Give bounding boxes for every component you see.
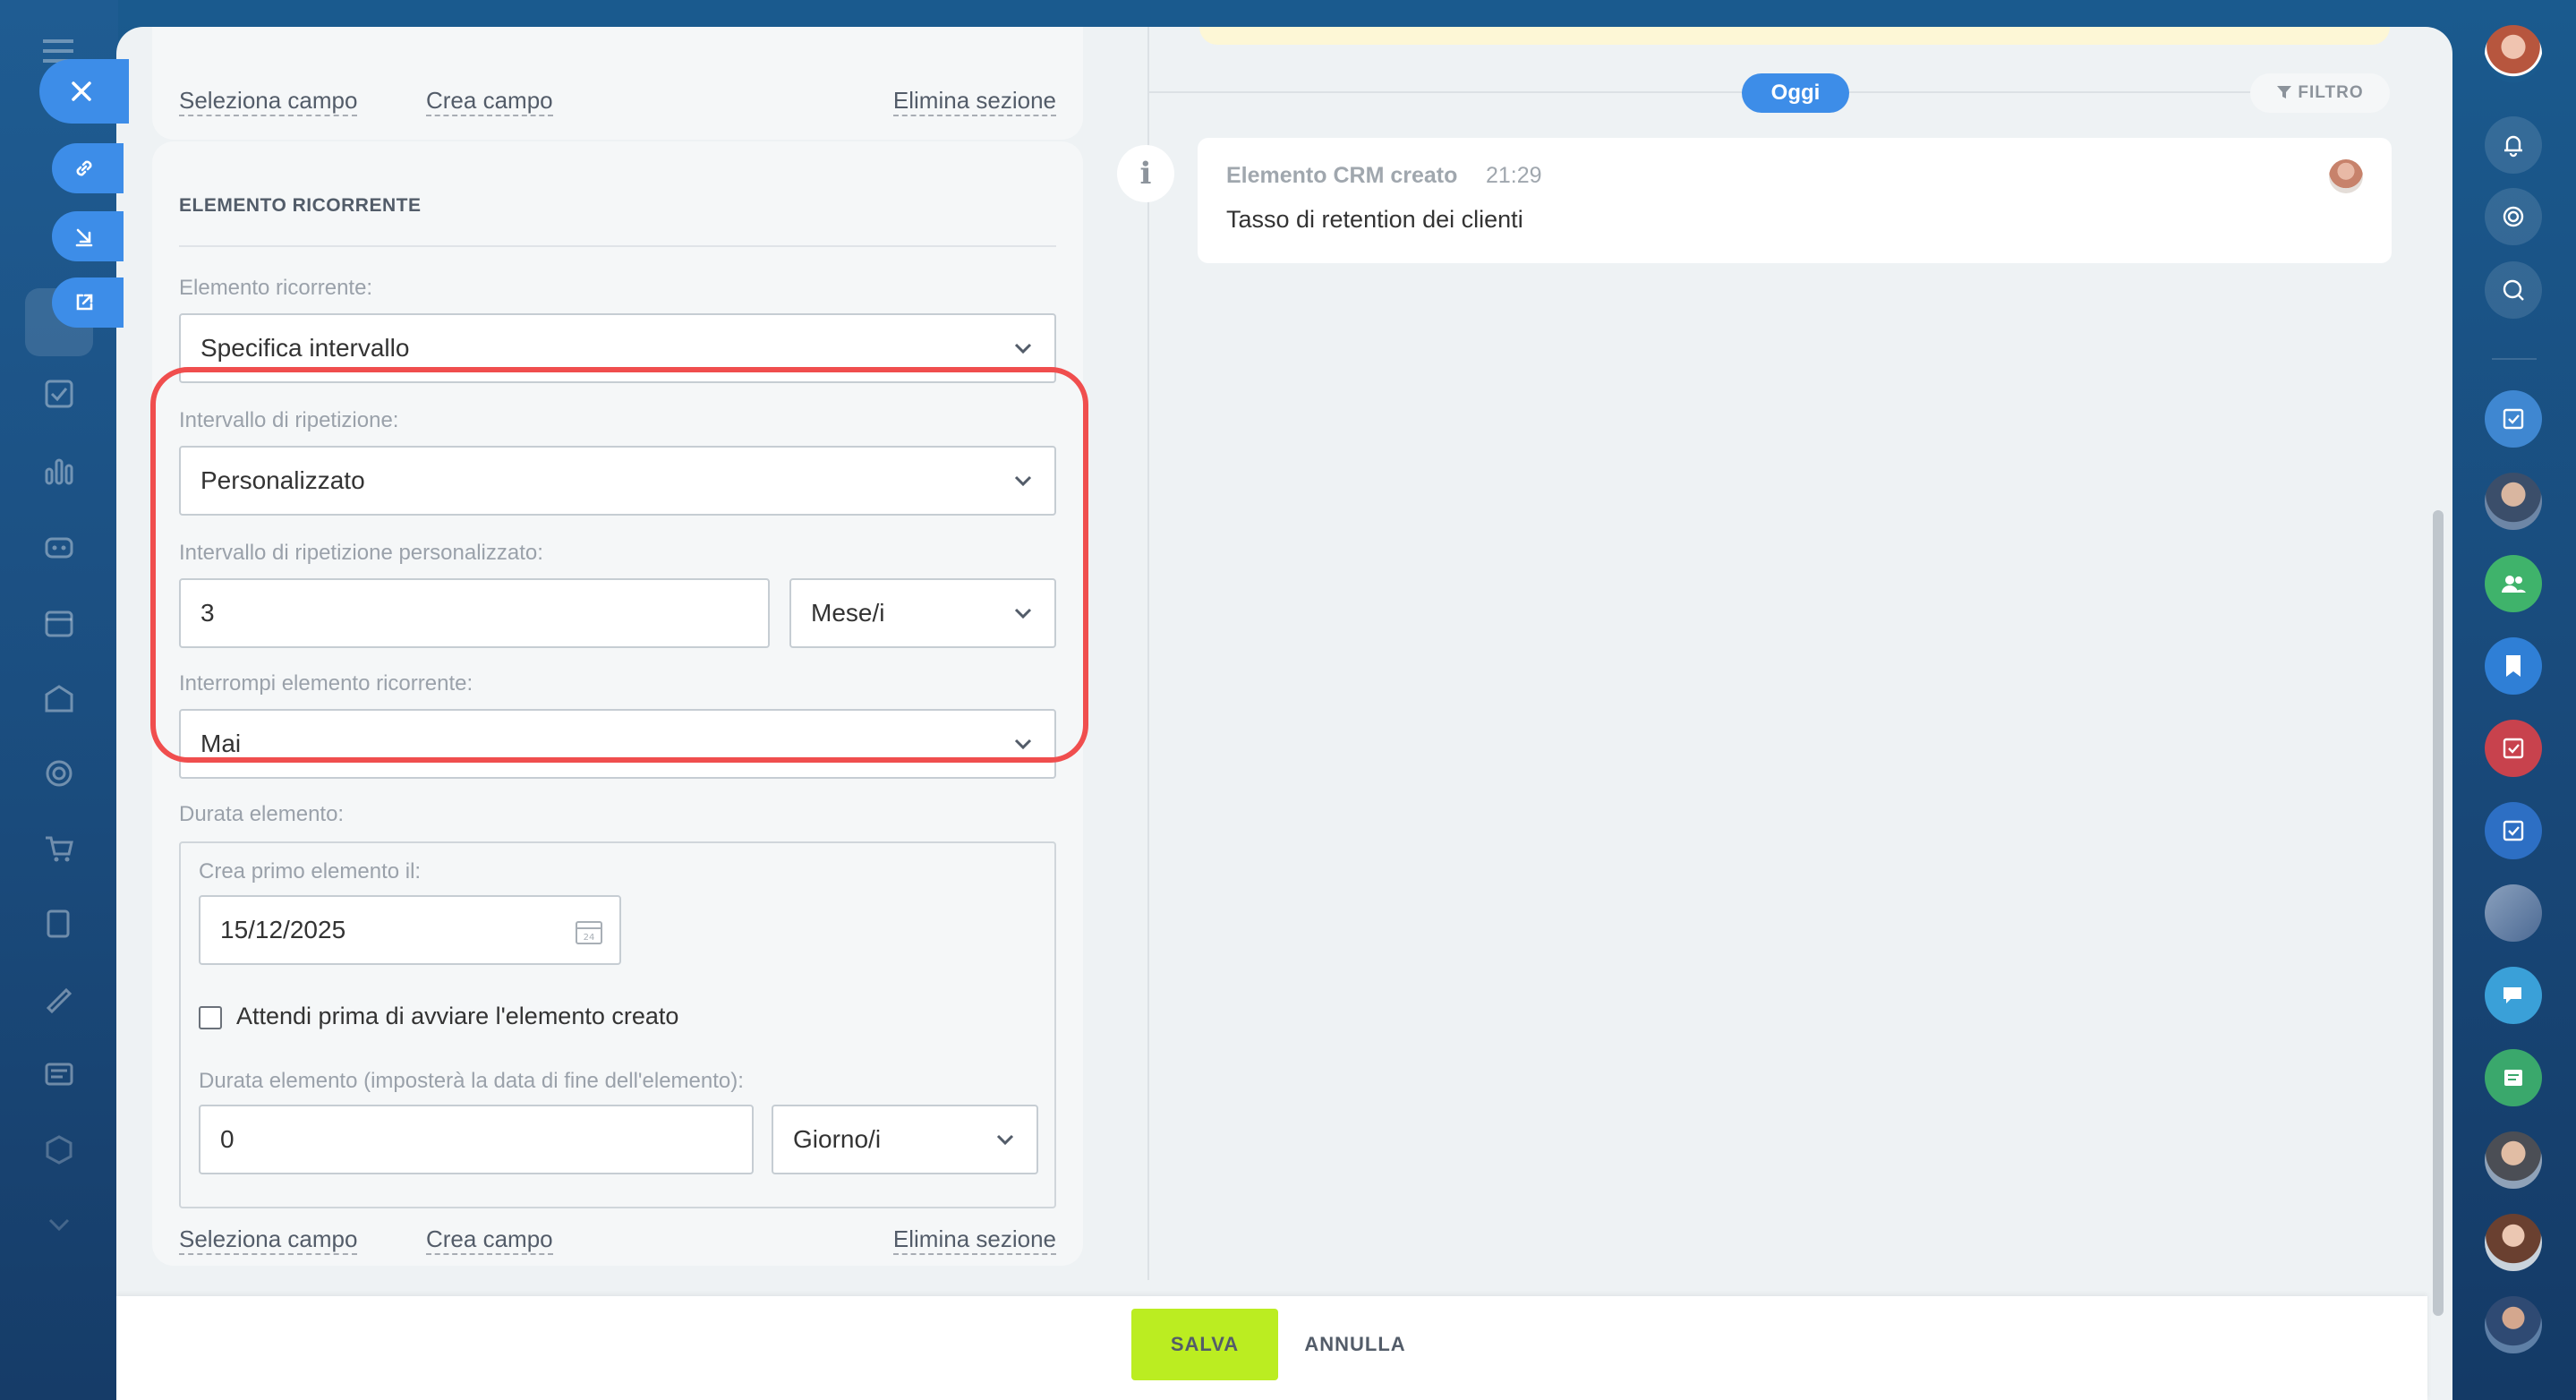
- close-icon: [72, 81, 91, 101]
- create-field-link[interactable]: Crea campo: [426, 86, 553, 116]
- wait-checkbox-label: Attendi prima di avviare l'elemento crea…: [236, 1003, 679, 1029]
- analytics-icon[interactable]: [41, 453, 77, 489]
- checkbox-icon: [2503, 738, 2524, 759]
- contact-avatar[interactable]: [2485, 1131, 2542, 1189]
- copilot-button[interactable]: [2485, 188, 2542, 245]
- duration-group: Crea primo elemento il: 15/12/2025 24 At…: [179, 841, 1056, 1208]
- separator: [2492, 358, 2537, 360]
- item-duration-label: Durata elemento (imposterà la data di fi…: [199, 1069, 744, 1093]
- robot-icon[interactable]: [41, 528, 77, 564]
- create-field-link[interactable]: Crea campo: [426, 1225, 553, 1255]
- target-icon[interactable]: [41, 755, 77, 791]
- wait-checkbox[interactable]: [199, 1006, 222, 1029]
- chat-icon: [2503, 987, 2521, 1003]
- avatar[interactable]: [2329, 159, 2363, 193]
- scrollbar[interactable]: [2433, 510, 2444, 1316]
- first-create-date-input[interactable]: 15/12/2025 24: [199, 895, 621, 965]
- group-avatar[interactable]: [2485, 884, 2542, 942]
- filter-label: FILTRO: [2298, 83, 2364, 102]
- copy-link-button[interactable]: [52, 143, 124, 193]
- bell-icon: [2504, 135, 2522, 158]
- pinned-note-strip: [1199, 27, 2390, 45]
- users-icon: [2502, 576, 2526, 593]
- footer-bar: SALVA ANNULLA: [116, 1296, 2427, 1400]
- checkbox-icon: [2503, 408, 2524, 430]
- svg-text:24: 24: [584, 933, 595, 943]
- item-duration-unit-value: Giorno/i: [793, 1125, 882, 1153]
- contact-avatar[interactable]: [2485, 473, 2542, 530]
- highlight-annotation: [150, 367, 1088, 763]
- item-duration-unit-select[interactable]: Giorno/i: [772, 1105, 1038, 1174]
- target-icon: [2503, 206, 2524, 227]
- section-divider: [179, 245, 1056, 247]
- cancel-button[interactable]: ANNULLA: [1292, 1309, 1418, 1380]
- filter-button[interactable]: FILTRO: [2250, 73, 2390, 113]
- tasks-chat-red-button[interactable]: [2485, 720, 2542, 777]
- chevron-down-icon[interactable]: [41, 1207, 77, 1242]
- previous-section-card: Seleziona campo Crea campo Elimina sezio…: [152, 27, 1083, 140]
- event-time: 21:29: [1486, 163, 1542, 188]
- news-chat-button[interactable]: [2485, 1049, 2542, 1106]
- warehouse-icon[interactable]: [41, 680, 77, 716]
- recurring-select-value: Specifica intervallo: [200, 334, 410, 362]
- select-field-link[interactable]: Seleziona campo: [179, 1225, 358, 1255]
- event-title: Elemento CRM creato: [1226, 163, 1458, 188]
- right-sidebar: [2452, 0, 2576, 1400]
- tasks-chat-button[interactable]: [2485, 390, 2542, 448]
- contact-avatar[interactable]: [2485, 1296, 2542, 1353]
- entity-slider-panel: Seleziona campo Crea campo Elimina sezio…: [116, 27, 2452, 1400]
- group-chat-button[interactable]: [2485, 555, 2542, 612]
- calendar-icon[interactable]: 24: [575, 918, 603, 945]
- duration-label: Durata elemento:: [179, 802, 345, 826]
- arrow-down-right-icon: [75, 228, 93, 247]
- chevron-down-icon: [996, 1134, 1014, 1146]
- contact-avatar[interactable]: [2485, 1214, 2542, 1271]
- tasks-icon[interactable]: [41, 376, 77, 412]
- news-icon: [2504, 1070, 2522, 1086]
- select-field-link[interactable]: Seleziona campo: [179, 86, 358, 116]
- bookmark-chat-button[interactable]: [2485, 637, 2542, 695]
- menu-icon[interactable]: [43, 39, 73, 43]
- delete-section-link[interactable]: Elimina sezione: [892, 1225, 1056, 1255]
- event-text[interactable]: Tasso di retention dei clienti: [1226, 206, 1523, 234]
- delete-section-link[interactable]: Elimina sezione: [892, 86, 1056, 116]
- chevron-down-icon: [1014, 343, 1032, 354]
- chat-button[interactable]: [2485, 967, 2542, 1024]
- document-edit-icon[interactable]: [41, 906, 77, 942]
- cart-icon[interactable]: [41, 831, 77, 866]
- search-chat-button[interactable]: [2485, 261, 2542, 319]
- recurring-label: Elemento ricorrente:: [179, 276, 373, 300]
- minimize-button[interactable]: [52, 211, 124, 261]
- checkbox-icon: [2503, 820, 2524, 841]
- first-create-date-value: 15/12/2025: [220, 916, 346, 943]
- signature-icon[interactable]: [41, 981, 77, 1017]
- news-icon[interactable]: [41, 1056, 77, 1092]
- external-link-icon: [76, 294, 93, 311]
- search-icon: [2503, 279, 2524, 301]
- open-new-window-button[interactable]: [52, 277, 124, 328]
- save-button[interactable]: SALVA: [1131, 1309, 1278, 1380]
- calendar-icon[interactable]: [41, 605, 77, 641]
- link-icon: [76, 160, 92, 176]
- section-title: ELEMENTO RICORRENTE: [179, 195, 422, 216]
- box-icon[interactable]: [41, 1131, 77, 1167]
- tasks-chat-blue-button[interactable]: [2485, 802, 2542, 859]
- info-icon: i: [1117, 145, 1174, 202]
- left-navigation: [0, 0, 118, 1400]
- user-avatar[interactable]: [2485, 25, 2542, 82]
- timeline-line: [1147, 27, 1149, 1280]
- today-badge: Oggi: [1742, 73, 1849, 113]
- close-slider-button[interactable]: [39, 59, 129, 124]
- first-create-label: Crea primo elemento il:: [199, 859, 422, 884]
- bookmark-icon: [2506, 655, 2521, 677]
- timeline-event-card[interactable]: Elemento CRM creato 21:29 Tasso di reten…: [1198, 138, 2392, 263]
- filter-icon: [2277, 86, 2292, 98]
- notifications-button[interactable]: [2485, 116, 2542, 174]
- item-duration-input[interactable]: 0: [199, 1105, 754, 1174]
